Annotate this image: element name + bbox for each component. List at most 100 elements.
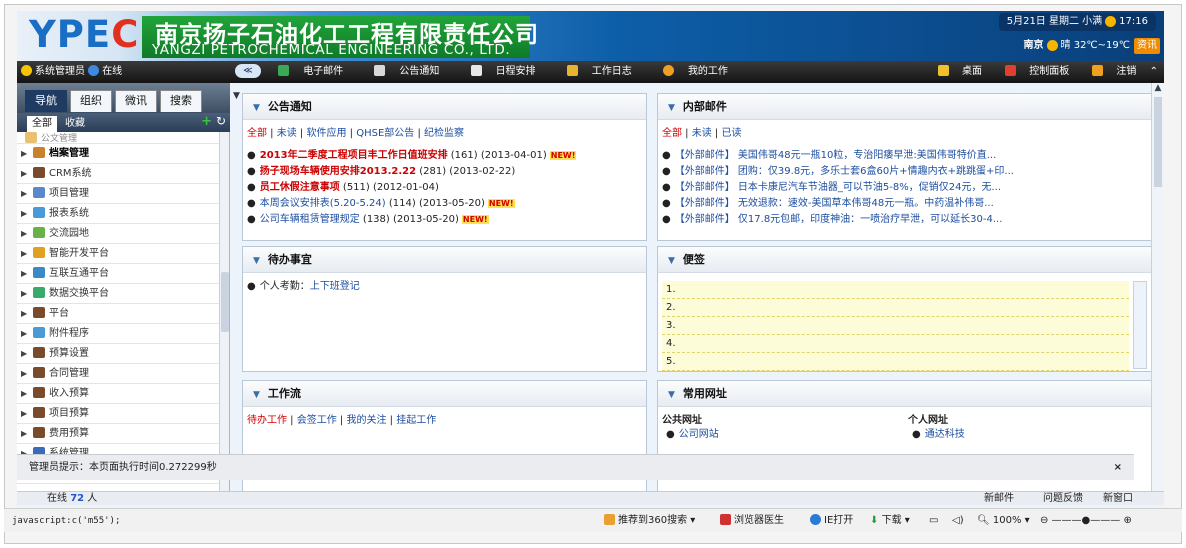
sidebar-item[interactable]: ▶ 项目管理 — [17, 184, 220, 204]
zoom-control[interactable]: 🔍︎ 100% ▾ — [977, 509, 1030, 533]
sidebar-toggle-icon[interactable]: ▼ — [233, 91, 240, 101]
new-mail-link[interactable]: 新邮件 — [984, 492, 1014, 506]
subtab-all[interactable]: 全部 — [27, 116, 57, 132]
notice-title[interactable]: 扬子现场车辆使用安排2013.2.22 — [260, 166, 416, 177]
sidebar-item-partial[interactable]: 公文管理 — [17, 132, 220, 144]
tab-nav[interactable]: 导航 — [25, 90, 67, 112]
logout-button[interactable]: 注销 — [1082, 65, 1136, 77]
collapse-triangle-icon[interactable]: ▼ — [668, 256, 675, 266]
mail-item[interactable]: ● 【外部邮件】 无效退款：速效-美国草本伟哥48元一瓶。中药温补伟哥... — [662, 196, 1147, 212]
sidebar-item[interactable]: ▶ 交流园地 — [17, 224, 220, 244]
tab-message[interactable]: 微讯 — [115, 90, 157, 112]
control-panel-button[interactable]: 控制面板 — [995, 65, 1069, 77]
mail-filter-unread[interactable]: 未读 — [692, 128, 712, 139]
ie-open[interactable]: IE打开 — [810, 509, 853, 533]
scroll-up-icon[interactable]: ▲ — [1152, 83, 1164, 93]
download-button[interactable]: ⬇ 下载 ▾ — [870, 509, 910, 533]
notice-item[interactable]: ● 扬子现场车辆使用安排2013.2.22 (281) (2013-02-22) — [247, 164, 642, 180]
notice-meta: (114) (2013-05-20) — [388, 198, 485, 209]
online-count[interactable]: 在线 72 人 — [47, 492, 97, 506]
shortcut-email[interactable]: 电子邮件 — [278, 65, 357, 77]
filter-discipline[interactable]: 纪检监察 — [424, 128, 464, 139]
tab-search[interactable]: 搜索 — [160, 90, 202, 112]
tab-org[interactable]: 组织 — [70, 90, 112, 112]
personal-link-item[interactable]: ● 通达科技 — [912, 427, 965, 443]
sidebar-item[interactable]: ▶ 互联互通平台 — [17, 264, 220, 284]
sidebar-item[interactable]: ▶ 收入预算 — [17, 384, 220, 404]
filter-unread[interactable]: 未读 — [277, 128, 297, 139]
close-icon[interactable]: × — [1114, 455, 1122, 481]
mail-item[interactable]: ● 【外部邮件】 日本卡康尼汽车节油器_可以节油5-8%，促销仅24元，无... — [662, 180, 1147, 196]
filter-all[interactable]: 全部 — [247, 128, 267, 139]
collapse-left-button[interactable]: ≪ — [235, 64, 261, 78]
collapse-triangle-icon[interactable]: ▼ — [668, 103, 675, 113]
sidebar-item[interactable]: ▶ 报表系统 — [17, 204, 220, 224]
sidebar-item[interactable]: ▶ 附件程序 — [17, 324, 220, 344]
memo-textarea[interactable]: 1. 2. 3. 4. 5. — [662, 281, 1129, 371]
collapse-triangle-icon[interactable]: ▼ — [668, 390, 675, 400]
sidebar-item-label: 数据交换平台 — [49, 288, 109, 299]
memo-scrollbar[interactable] — [1133, 281, 1147, 369]
notice-title[interactable]: 2013年二季度工程项目丰工作日值班安排 — [260, 150, 448, 161]
add-icon[interactable]: + — [201, 114, 212, 129]
workflow-todo[interactable]: 待办工作 — [247, 415, 287, 426]
sidebar-item[interactable]: ▶ 合同管理 — [17, 364, 220, 384]
collapse-triangle-icon[interactable]: ▼ — [253, 103, 260, 113]
shortcut-notice[interactable]: 公告通知 — [374, 65, 453, 77]
new-badge: NEW! — [487, 199, 515, 208]
sidebar-item[interactable]: ▶ 档案管理 — [17, 144, 220, 164]
sidebar-item-label: 互联互通平台 — [49, 268, 109, 279]
collapse-triangle-icon[interactable]: ▼ — [253, 256, 260, 266]
feedback-link[interactable]: 问题反馈 — [1043, 492, 1083, 506]
filter-software[interactable]: 软件应用 — [306, 128, 346, 139]
workflow-countersign[interactable]: 会签工作 — [297, 415, 337, 426]
workflow-followed[interactable]: 我的关注 — [346, 415, 386, 426]
memo-line: 3. — [662, 317, 1129, 335]
new-window-link[interactable]: 新窗口 — [1103, 492, 1133, 506]
main-scrollbar[interactable]: ▲ — [1151, 83, 1164, 502]
notice-meta: (281) (2013-02-22) — [419, 166, 516, 177]
notice-title[interactable]: 公司车辆租赁管理规定 — [260, 214, 360, 225]
filter-qhse[interactable]: QHSE部公告 — [356, 128, 414, 139]
sidebar-item[interactable]: ▶ 智能开发平台 — [17, 244, 220, 264]
refresh-icon[interactable]: ↻ — [216, 114, 226, 128]
notice-item[interactable]: ● 本周会议安排表(5.20-5.24) (114) (2013-05-20) NE… — [247, 196, 642, 212]
mail-item[interactable]: ● 【外部邮件】 仅17.8元包邮，印度神油：一喷治疗早泄，可以延长30-4... — [662, 212, 1147, 228]
shortcut-calendar[interactable]: 日程安排 — [470, 65, 550, 77]
speaker-icon[interactable]: ◁) — [952, 509, 964, 533]
shortcut-mywork[interactable]: 我的工作 — [662, 65, 742, 77]
mail-item[interactable]: ● 【外部邮件】 团购：仅39.8元，多乐士套6盒60片+情趣内衣+跳跳蛋+印..… — [662, 164, 1147, 180]
notice-item[interactable]: ● 员工休假注意事项 (511) (2012-01-04) — [247, 180, 642, 196]
browser-doctor[interactable]: 浏览器医生 — [720, 509, 784, 533]
sidebar-scroll-thumb[interactable] — [221, 272, 229, 332]
mail-body: 全部 | 未读 | 已读 ● 【外部邮件】 美国伟哥48元一瓶10粒，专治阳痿早泄… — [658, 120, 1151, 234]
sidebar-item[interactable]: ▶ 平台 — [17, 304, 220, 324]
screen-icon[interactable]: ▭ — [929, 509, 938, 533]
sidebar-item-label: 档案管理 — [49, 148, 89, 159]
mail-filter-all[interactable]: 全部 — [662, 128, 682, 139]
sidebar-scrollbar[interactable] — [219, 132, 229, 495]
public-link-item[interactable]: ● 公司网站 — [666, 427, 719, 443]
chevron-up-icon[interactable]: ⌃ — [1150, 66, 1158, 77]
sidebar-item[interactable]: ▶ 项目预算 — [17, 404, 220, 424]
collapse-triangle-icon[interactable]: ▼ — [253, 390, 260, 400]
desktop-button[interactable]: 桌面 — [928, 65, 982, 77]
subtab-favorites[interactable]: 收藏 — [60, 116, 90, 132]
notice-item[interactable]: ● 公司车辆租赁管理规定 (138) (2013-05-20) NEW! — [247, 212, 642, 228]
sidebar-item[interactable]: ▶ 费用预算 — [17, 424, 220, 444]
sidebar-item[interactable]: ▶ CRM系统 — [17, 164, 220, 184]
sidebar-item[interactable]: ▶ 预算设置 — [17, 344, 220, 364]
recommend-360[interactable]: 推荐到360搜索 ▾ — [604, 509, 695, 533]
notice-item[interactable]: ● 2013年二季度工程项目丰工作日值班安排 (161) (2013-04-01)… — [247, 148, 642, 164]
zoom-slider[interactable]: ⊖ ———●——— ⊕ — [1040, 509, 1132, 533]
notice-title[interactable]: 员工休假注意事项 — [260, 182, 340, 193]
mail-item[interactable]: ● 【外部邮件】 美国伟哥48元一瓶10粒，专治阳痿早泄:美国伟哥特价直... — [662, 148, 1147, 164]
checkin-link[interactable]: 上下班登记 — [310, 281, 360, 292]
sidebar-item[interactable]: ▶ 数据交换平台 — [17, 284, 220, 304]
workflow-suspended[interactable]: 挂起工作 — [396, 415, 436, 426]
notice-title[interactable]: 本周会议安排表(5.20-5.24) — [260, 198, 386, 209]
shortcut-worklog[interactable]: 工作日志 — [566, 65, 646, 77]
main-scroll-thumb[interactable] — [1154, 97, 1162, 187]
mail-filter-read[interactable]: 已读 — [721, 128, 741, 139]
news-link[interactable]: 资讯 — [1134, 38, 1160, 54]
